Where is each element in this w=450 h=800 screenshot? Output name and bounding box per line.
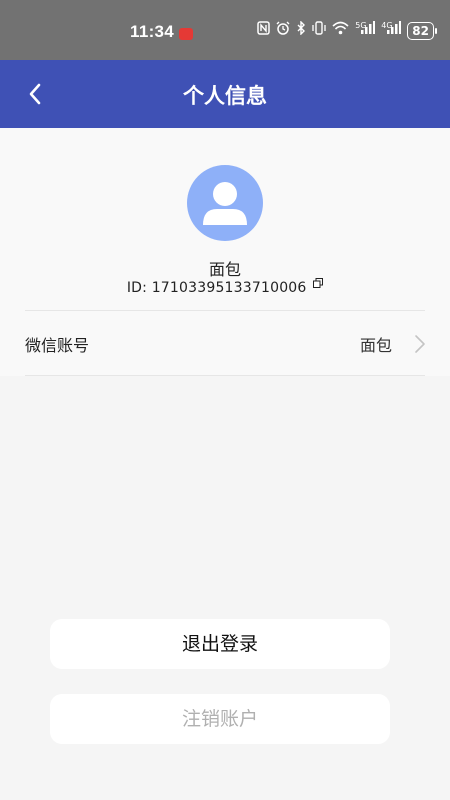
user-id-label: ID: — [126, 280, 148, 296]
status-bar: 11:34 5G 4G 82 — [0, 0, 450, 60]
bluetooth-icon — [296, 20, 306, 40]
divider — [25, 310, 425, 311]
avatar[interactable] — [187, 165, 263, 241]
battery-indicator: 82 — [407, 21, 437, 40]
user-id: ID: 17103395133710006 — [0, 278, 450, 296]
status-icons: 5G 4G 82 — [257, 20, 437, 40]
user-id-value: 17103395133710006 — [151, 280, 307, 296]
user-icon — [203, 182, 247, 225]
page-title: 个人信息 — [183, 84, 267, 108]
signal-4g-icon: 4G — [381, 21, 402, 40]
profile-section: 面包 ID: 17103395133710006 微信账号 面包 — [0, 128, 450, 376]
status-time: 11:34 — [130, 22, 175, 41]
copy-icon[interactable] — [313, 278, 324, 288]
wechat-account-value: 面包 — [359, 336, 392, 355]
chevron-right-icon — [415, 335, 425, 353]
wechat-account-label: 微信账号 — [25, 336, 90, 355]
wechat-account-row[interactable]: 微信账号 面包 — [0, 312, 450, 374]
app-bar: 个人信息 — [0, 60, 450, 128]
user-name: 面包 — [208, 260, 241, 279]
wifi-icon — [332, 21, 349, 40]
divider — [25, 375, 425, 376]
signal-5g-icon: 5G — [355, 21, 376, 40]
logout-button[interactable]: 退出登录 — [50, 619, 390, 669]
notification-icon — [179, 28, 193, 40]
vibrate-icon — [312, 21, 326, 40]
nfc-icon — [257, 21, 271, 40]
alarm-icon — [276, 21, 290, 40]
cancel-account-button[interactable]: 注销账户 — [50, 694, 390, 744]
